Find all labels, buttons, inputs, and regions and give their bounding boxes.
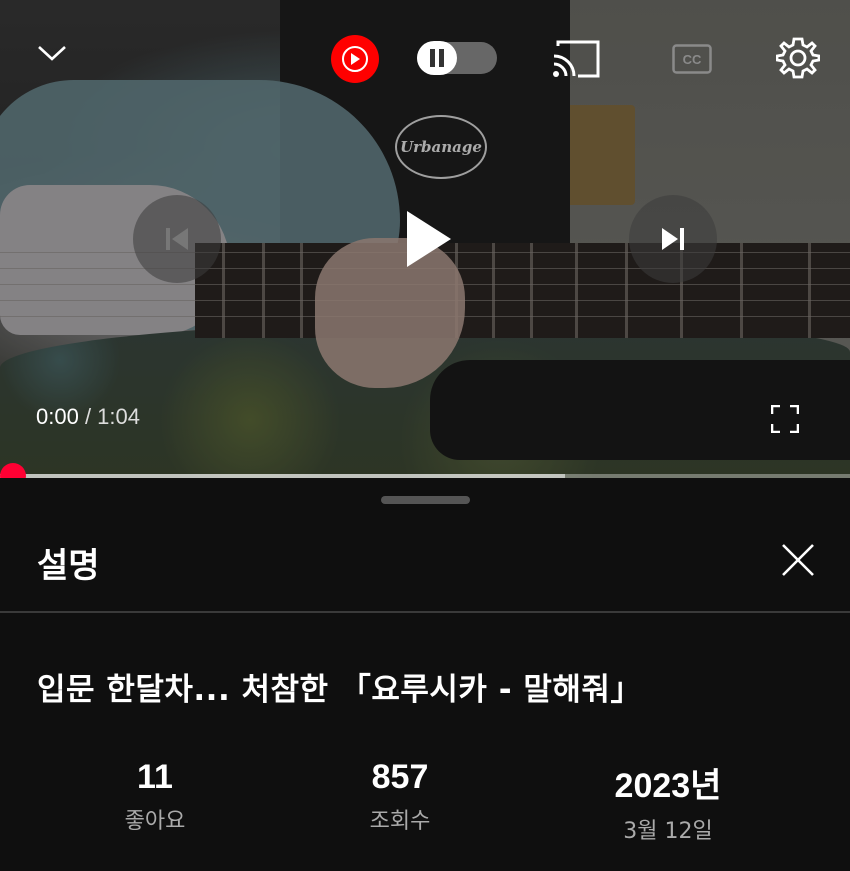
autoplay-knob xyxy=(417,41,457,75)
likes-stat: 11 좋아요 xyxy=(25,758,285,835)
pause-icon xyxy=(430,49,444,67)
views-label: 조회수 xyxy=(369,809,431,834)
upload-date: 3월 12일 xyxy=(623,819,713,844)
gear-icon xyxy=(776,37,820,79)
cast-button[interactable] xyxy=(548,35,604,83)
next-button[interactable] xyxy=(629,195,717,283)
likes-label: 좋아요 xyxy=(124,809,186,834)
skip-next-icon xyxy=(662,228,684,250)
time-separator: / xyxy=(78,404,98,429)
panel-title: 설명 xyxy=(37,546,100,586)
cc-icon: CC xyxy=(672,44,712,74)
play-icon xyxy=(407,211,451,267)
stats-row: 11 좋아요 857 조회수 2023년 3월 12일 xyxy=(0,758,850,848)
views-count: 857 xyxy=(371,758,429,796)
description-panel: 설명 입문 한달차... 처참한 「요루시카 - 말해줘」 11 좋아요 857… xyxy=(0,478,850,871)
video-player[interactable]: Urbanage CC 0:00 / 1:04 xyxy=(0,0,850,478)
divider xyxy=(0,611,850,613)
fullscreen-icon xyxy=(771,405,799,433)
collapse-button[interactable] xyxy=(28,35,76,71)
fullscreen-button[interactable] xyxy=(766,400,804,438)
current-time: 0:00 xyxy=(36,404,79,429)
chevron-down-icon xyxy=(38,46,66,61)
duration: 1:04 xyxy=(97,404,140,429)
close-button[interactable] xyxy=(774,536,822,584)
skip-previous-icon xyxy=(166,228,188,250)
likes-count: 11 xyxy=(137,758,173,796)
autoplay-toggle[interactable] xyxy=(417,41,497,75)
play-button[interactable] xyxy=(387,198,469,280)
cast-icon xyxy=(553,40,600,78)
settings-button[interactable] xyxy=(770,30,826,86)
youtube-music-button[interactable] xyxy=(331,35,379,83)
views-stat: 857 조회수 xyxy=(270,758,530,835)
captions-button[interactable]: CC xyxy=(668,35,716,83)
svg-text:CC: CC xyxy=(683,52,702,67)
drag-handle[interactable] xyxy=(381,496,470,504)
video-title: 입문 한달차... 처참한 「요루시카 - 말해줘」 xyxy=(37,672,642,708)
upload-year: 2023년 xyxy=(614,767,722,805)
previous-button[interactable] xyxy=(133,195,221,283)
youtube-music-icon xyxy=(342,46,368,72)
date-stat: 2023년 3월 12일 xyxy=(538,758,798,845)
time-display: 0:00 / 1:04 xyxy=(36,404,140,430)
close-icon xyxy=(782,544,814,576)
